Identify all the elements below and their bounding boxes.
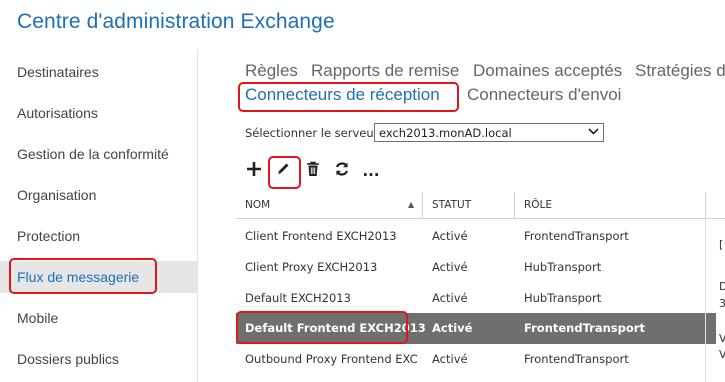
- add-icon: [246, 161, 262, 181]
- tab-strategies[interactable]: Stratégies d': [635, 61, 725, 81]
- table-row[interactable]: Client Frontend EXCH2013 Activé Frontend…: [236, 221, 716, 252]
- tab-regles[interactable]: Règles: [245, 61, 298, 81]
- refresh-button[interactable]: [331, 160, 353, 182]
- column-header-label: STATUT: [432, 199, 472, 211]
- sidebar-divider: [197, 50, 198, 382]
- cell-status: Activé: [432, 291, 468, 305]
- highlight-box: [268, 156, 301, 189]
- more-button[interactable]: ...: [360, 160, 382, 182]
- column-header-status[interactable]: STATUT: [432, 192, 471, 218]
- delete-icon: [306, 161, 320, 181]
- cell-name: Default EXCH2013: [245, 291, 351, 305]
- cell-name: Client Frontend EXCH2013: [245, 229, 397, 243]
- refresh-icon: [334, 161, 350, 181]
- sidebar-item-autorisations[interactable]: Autorisations: [0, 97, 197, 129]
- cell-name: Outbound Proxy Frontend EXC...: [245, 352, 419, 366]
- sidebar-item-conformite[interactable]: Gestion de la conformité: [0, 138, 197, 170]
- sidebar-item-destinataires[interactable]: Destinataires: [0, 56, 197, 88]
- table-row[interactable]: Default EXCH2013 Activé HubTransport: [236, 283, 716, 314]
- chevron-down-icon: [588, 125, 599, 140]
- column-header-label: NOM: [245, 199, 271, 211]
- table-row[interactable]: Outbound Proxy Frontend EXC... Activé Fr…: [236, 344, 716, 375]
- column-header-name[interactable]: NOM: [245, 192, 270, 218]
- sidebar-item-protection[interactable]: Protection: [0, 220, 197, 252]
- cell-status: Activé: [432, 352, 468, 366]
- sidebar-item-organisation[interactable]: Organisation: [0, 179, 197, 211]
- column-header-role[interactable]: RÔLE: [524, 192, 552, 218]
- sidebar: Destinataires Autorisations Gestion de l…: [0, 50, 197, 382]
- cell-status: Activé: [432, 229, 468, 243]
- delete-button[interactable]: [302, 160, 324, 182]
- details-text: 3: [719, 297, 725, 310]
- app-title: Centre d'administration Exchange: [17, 10, 335, 33]
- cell-role: HubTransport: [524, 291, 602, 305]
- column-header-label: RÔLE: [524, 199, 553, 211]
- server-select-value: exch2013.monAD.local: [379, 126, 512, 140]
- details-text: D: [719, 280, 725, 293]
- tab-rapports-de-remise[interactable]: Rapports de remise: [311, 61, 459, 81]
- highlight-box: [236, 311, 408, 344]
- details-text: V: [719, 348, 725, 361]
- details-pane-divider: [705, 218, 706, 382]
- cell-role: FrontendTransport: [524, 352, 629, 366]
- tab-connecteurs-d-envoi[interactable]: Connecteurs d'envoi: [467, 85, 621, 105]
- sort-ascending-icon: ▲: [408, 200, 415, 209]
- highlight-box: [9, 258, 157, 294]
- column-divider: [422, 192, 423, 218]
- server-select-label: Sélectionner le serveur :: [245, 126, 386, 140]
- header-divider: [236, 218, 725, 219]
- cell-role: HubTransport: [524, 260, 602, 274]
- sidebar-item-flux-de-messagerie[interactable]: Flux de messagerie: [0, 258, 197, 294]
- more-icon: ...: [362, 162, 380, 180]
- sidebar-item-mobile[interactable]: Mobile: [0, 302, 197, 334]
- table-row[interactable]: Client Proxy EXCH2013 Activé HubTranspor…: [236, 252, 716, 283]
- details-text: [: [719, 238, 724, 251]
- highlight-box: [238, 82, 459, 112]
- column-divider: [705, 192, 706, 218]
- cell-status: Activé: [432, 321, 473, 335]
- cell-role: FrontendTransport: [524, 229, 629, 243]
- cell-role: FrontendTransport: [524, 321, 645, 335]
- server-select[interactable]: exch2013.monAD.local: [374, 123, 604, 142]
- tab-domaines-acceptes[interactable]: Domaines acceptés: [473, 61, 622, 81]
- cell-status: Activé: [432, 260, 468, 274]
- cell-name: Client Proxy EXCH2013: [245, 260, 378, 274]
- details-text: V: [719, 332, 725, 345]
- column-divider: [514, 192, 515, 218]
- add-button[interactable]: [243, 160, 265, 182]
- sidebar-item-dossiers-publics[interactable]: Dossiers publics: [0, 343, 197, 375]
